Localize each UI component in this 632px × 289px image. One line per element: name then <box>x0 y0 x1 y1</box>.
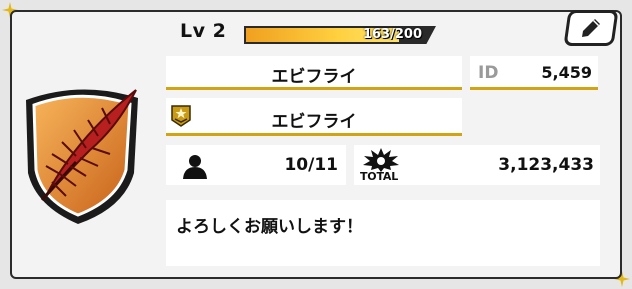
total-value: 3,123,433 <box>498 155 594 175</box>
id-value: 5,459 <box>541 63 592 82</box>
edit-profile-button[interactable] <box>563 10 619 46</box>
person-icon <box>183 155 207 179</box>
profile-message: よろしくお願いします！ <box>176 217 363 237</box>
pencil-icon <box>582 19 600 37</box>
player-title-field: エビフライ <box>166 98 462 136</box>
level-label: Lv 2 <box>180 20 227 42</box>
profile-message-box: よろしくお願いします！ <box>166 200 600 266</box>
members-count: 10/11 <box>284 155 338 175</box>
feather-shield-emblem-icon <box>26 89 138 224</box>
player-title: エビフライ <box>271 112 357 132</box>
total-label: TOTAL <box>360 170 399 183</box>
player-id-field: ID 5,459 <box>470 56 598 90</box>
xp-text: 163/200 <box>362 27 422 42</box>
total-power-stat: TOTAL 3,123,433 <box>354 145 600 185</box>
player-name-field: エビフライ <box>166 56 462 90</box>
id-label: ID <box>478 63 499 83</box>
xp-progress-bar: 163/200 <box>244 26 436 44</box>
player-name: エビフライ <box>271 67 357 87</box>
members-stat: 10/11 <box>166 145 346 185</box>
